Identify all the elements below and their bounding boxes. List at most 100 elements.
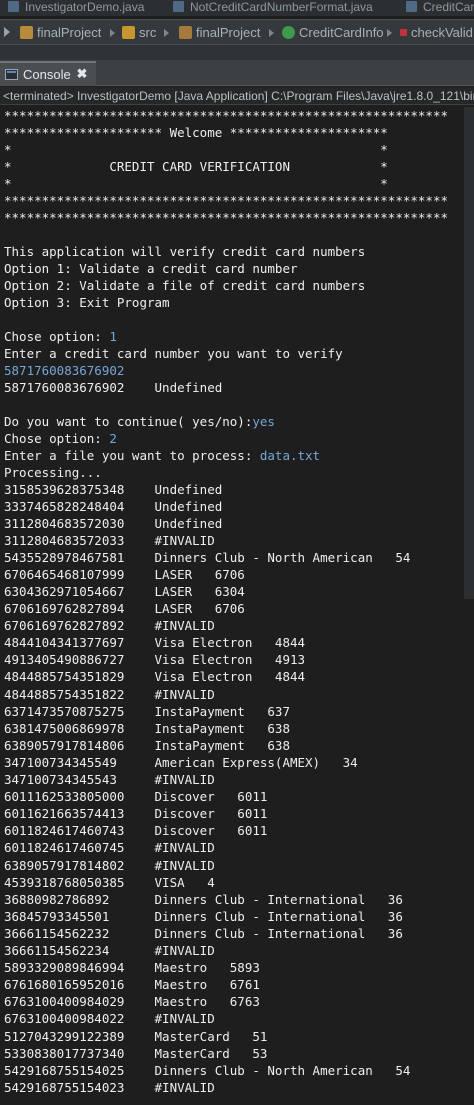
console-line-text: 36661154562234 #INVALID — [4, 943, 215, 958]
breadcrumb-item-project[interactable]: finalProject — [20, 25, 101, 41]
console-line-text: 5330838017737340 MasterCard 53 — [4, 1045, 268, 1061]
console-line: * * — [4, 141, 388, 158]
breadcrumb-label: src — [139, 25, 157, 40]
console-line-text: 3112804683572033 #INVALID — [4, 533, 215, 548]
console-line: Chose option: 1 — [4, 328, 117, 345]
console-line: 6381475006869978 InstaPayment 638 — [4, 720, 290, 737]
console-output[interactable]: ****************************************… — [0, 107, 474, 1105]
console-line-text: 6011621663574413 Discover 6011 — [4, 806, 268, 822]
console-line-text: 6011824617460745 #INVALID — [4, 840, 215, 856]
console-line-text: 6011162533805000 Discover 6011 — [4, 789, 268, 805]
console-line: Enter a credit card number you want to v… — [4, 345, 343, 362]
console-line-text: Enter a credit card number you want to v… — [4, 346, 343, 361]
console-line-text: 4844885754351822 #INVALID — [4, 686, 215, 702]
breadcrumb-separator-icon — [387, 29, 392, 37]
console-line: 6011621663574413 Discover 6011 — [4, 805, 267, 822]
console-line: 6389057917814802 #INVALID — [4, 857, 215, 874]
editor-tab-credit-card[interactable]: CreditCar — [406, 0, 474, 16]
console-user-input: data.txt — [259, 448, 321, 463]
breadcrumb-item-package[interactable]: finalProject — [179, 25, 260, 41]
console-line-text: 5893329089846994 Maestro 5893 — [4, 960, 260, 976]
class-icon — [282, 26, 295, 39]
console-line: Option 1: Validate a credit card number — [4, 260, 298, 277]
console-user-input: yes — [252, 414, 275, 429]
console-line: 36661154562232 Dinners Club - Internatio… — [4, 925, 403, 942]
java-file-icon — [406, 1, 417, 12]
console-line-text: 5429168755154023 #INVALID — [4, 1079, 215, 1095]
console-line: 3112804683572033 #INVALID — [4, 532, 215, 549]
console-line-text: 6389057917814806 InstaPayment 638 — [4, 737, 290, 753]
console-line-text: 6381475006869978 InstaPayment 638 — [4, 720, 290, 736]
console-line: Processing... — [4, 464, 102, 481]
console-line: ****************************************… — [4, 107, 448, 124]
console-line-text: Chose option: — [4, 329, 110, 344]
console-line: 4844885754351822 #INVALID — [4, 686, 215, 703]
console-line-text: 6763100400984022 #INVALID — [4, 1011, 215, 1027]
console-line-text: 6763100400984029 Maestro 6763 — [4, 994, 260, 1010]
console-line: 5429168755154023 #INVALID — [4, 1079, 215, 1096]
console-user-input: 1 — [109, 329, 117, 344]
tab-console[interactable]: Console ✖ — [0, 61, 96, 86]
console-user-input: 5871760083676902 — [4, 363, 125, 378]
console-line: 6706465468107999 LASER 6706 — [4, 566, 245, 583]
console-line-text: 3112804683572030 Undefined — [4, 516, 223, 531]
editor-tab-label: NotCreditCardNumberFormat.java — [190, 0, 373, 14]
console-line-text: 4844104341377697 Visa Electron 4844 — [4, 635, 306, 651]
editor-tab-bar: InvestigatorDemo.java NotCreditCardNumbe… — [0, 0, 474, 16]
view-tab-bar: Console ✖ — [0, 60, 474, 86]
console-line-text: Option 2: Validate a file of credit card… — [4, 278, 366, 293]
console-line: 5871760083676902 — [4, 362, 124, 379]
console-line: * * — [4, 175, 388, 192]
console-line: 6011824617460745 #INVALID — [4, 839, 215, 856]
console-tab-label: Console — [23, 67, 71, 82]
console-line-text: 6706169762827894 LASER 6706 — [4, 601, 245, 616]
breadcrumb-separator-icon — [110, 29, 115, 37]
breadcrumb-separator-icon — [269, 29, 274, 37]
expand-arrow-icon[interactable] — [4, 27, 10, 37]
breadcrumb-item-method[interactable]: checkValid — [400, 25, 473, 41]
console-output-lower: 6706169762827894 LASER 6706 6706169762827… — [0, 599, 474, 1105]
editor-tab-not-credit-card-number-format[interactable]: NotCreditCardNumberFormat.java — [173, 0, 373, 16]
breadcrumb-item-src[interactable]: src — [122, 25, 156, 41]
console-line: 5330838017737340 MasterCard 53 — [4, 1045, 267, 1062]
project-icon — [20, 26, 33, 39]
console-line: 4539318768050385 VISA 4 — [4, 874, 215, 891]
console-line-text: 5435528978467581 Dinners Club - North Am… — [4, 550, 411, 565]
console-line-text: 3158539628375348 Undefined — [4, 482, 223, 497]
console-line-text: ****************************************… — [4, 210, 449, 225]
console-line: 4844885754351829 Visa Electron 4844 — [4, 668, 305, 685]
editor-tab-label: InvestigatorDemo.java — [25, 0, 145, 14]
breadcrumb-label: finalProject — [37, 25, 102, 40]
console-line-text: 347100734345549 American Express(AMEX) 3… — [4, 754, 358, 770]
package-icon — [179, 26, 192, 39]
console-icon — [5, 69, 18, 80]
console-line: 6763100400984029 Maestro 6763 — [4, 993, 260, 1010]
console-line: 4913405490886727 Visa Electron 4913 — [4, 651, 305, 668]
console-line-text: 5871760083676902 Undefined — [4, 380, 223, 395]
editor-tab-investigator-demo[interactable]: InvestigatorDemo.java — [8, 0, 144, 16]
console-line: 5893329089846994 Maestro 5893 — [4, 959, 260, 976]
console-line: 6371473570875275 InstaPayment 637 — [4, 703, 290, 720]
console-line: 6706169762827894 LASER 6706 — [4, 600, 245, 617]
console-line: ********************* Welcome **********… — [4, 124, 388, 141]
console-line-text: 347100734345543 #INVALID — [4, 772, 215, 787]
console-line-text: * * — [4, 176, 388, 191]
console-line-text: 6761680165952016 Maestro 6761 — [4, 977, 260, 993]
breadcrumb: finalProject src finalProject CreditCard… — [0, 19, 474, 45]
method-icon — [400, 29, 407, 36]
console-line: 36880982786892 Dinners Club - Internatio… — [4, 891, 403, 908]
close-icon[interactable]: ✖ — [74, 66, 90, 82]
breadcrumb-item-class[interactable]: CreditCardInfo — [282, 25, 384, 41]
console-line: * CREDIT CARD VERIFICATION * — [4, 158, 388, 175]
console-line: 3112804683572030 Undefined — [4, 515, 222, 532]
console-line: 6011824617460743 Discover 6011 — [4, 822, 267, 839]
console-output-upper: ****************************************… — [0, 107, 474, 599]
console-line-text: Option 1: Validate a credit card number — [4, 261, 298, 276]
breadcrumb-label: finalProject — [196, 25, 261, 40]
console-line-text: 36845793345501 Dinners Club - Internatio… — [4, 908, 403, 924]
console-line: Do you want to continue( yes/no):yes — [4, 413, 275, 430]
console-line-text: 36880982786892 Dinners Club - Internatio… — [4, 891, 403, 907]
console-line: 5871760083676902 Undefined — [4, 379, 222, 396]
console-line: ****************************************… — [4, 209, 448, 226]
console-line: Option 2: Validate a file of credit card… — [4, 277, 365, 294]
